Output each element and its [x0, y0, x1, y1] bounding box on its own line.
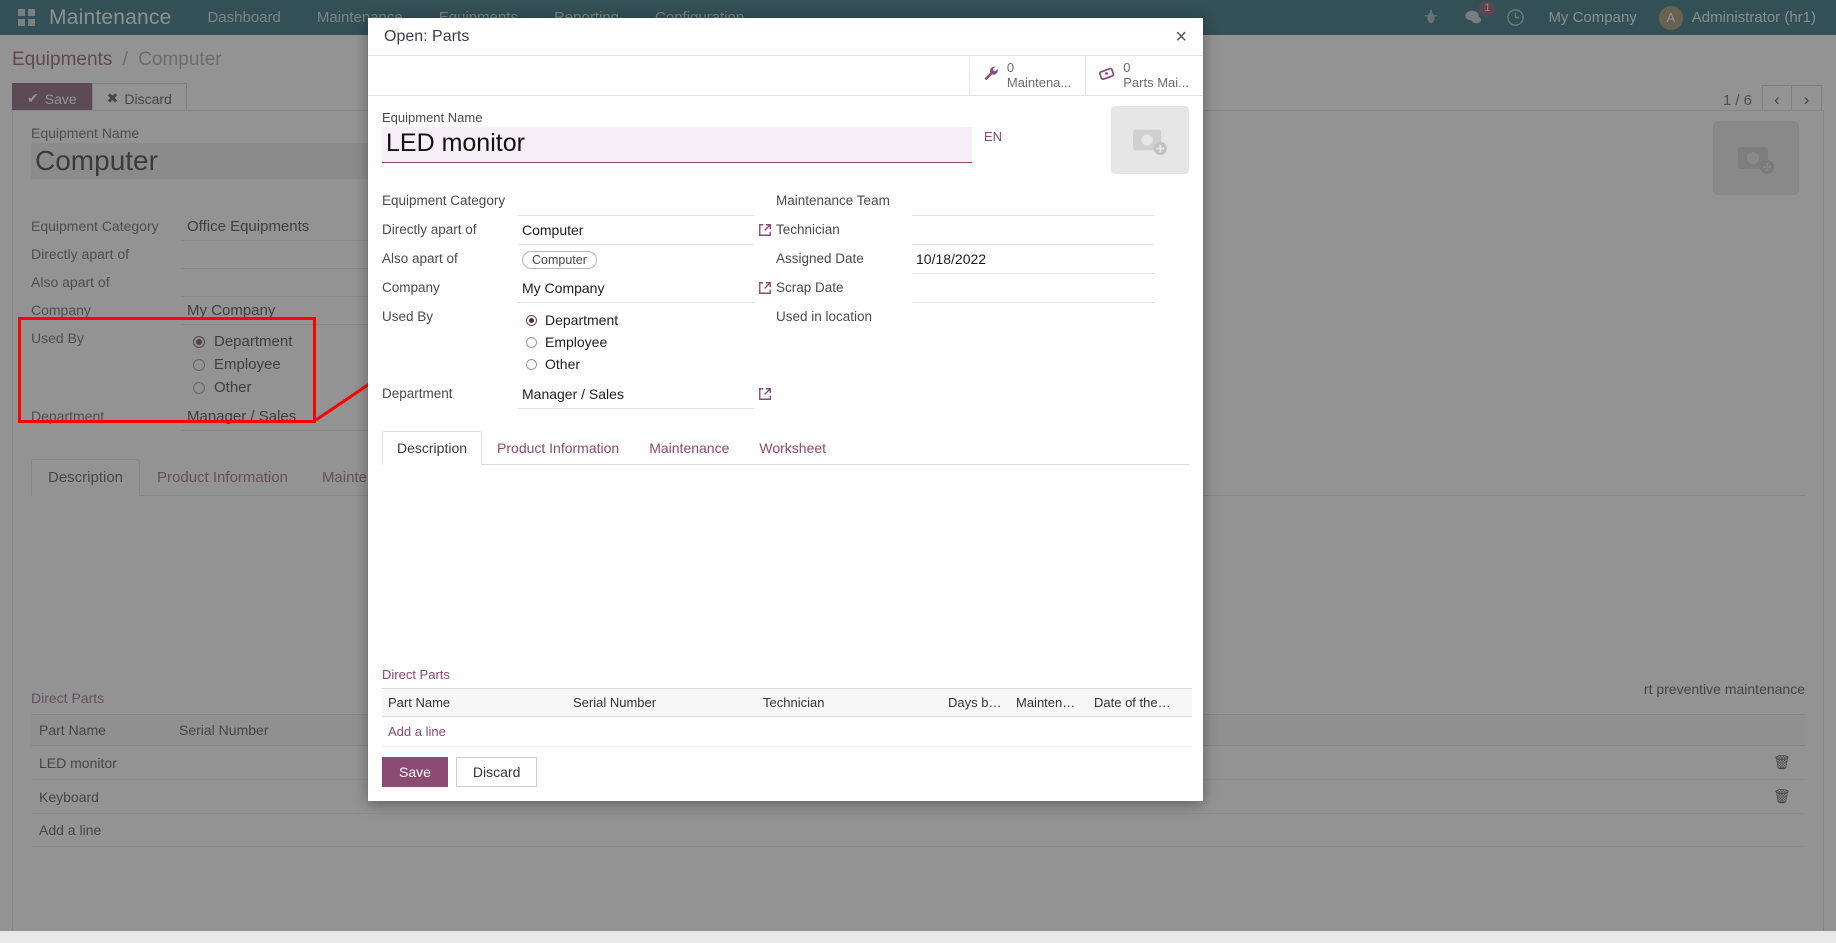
add-line-row[interactable]: Add a line [382, 717, 1192, 747]
smart-button-bar: 0 Maintena... 0 Parts Mai... [368, 56, 1203, 96]
field-label-department: Department [382, 380, 518, 409]
column-header-days-before[interactable]: Days be… [942, 689, 1010, 717]
equipment-name-input[interactable] [382, 127, 972, 163]
column-header-date-of-the[interactable]: Date of the… [1088, 689, 1180, 717]
smart-button-maintenance[interactable]: 0 Maintena... [969, 56, 1085, 95]
tab-description[interactable]: Description [382, 431, 482, 465]
field-value-also-apart-of[interactable]: Computer [518, 245, 754, 274]
smart-button-maintenance-label: Maintena... [1007, 76, 1071, 90]
dialog-fields-grid: Equipment Category Maintenance Team Dire… [382, 187, 1189, 409]
field-value-maintenance-team[interactable] [912, 187, 1154, 216]
field-value-department[interactable]: Manager / Sales [518, 380, 754, 409]
field-label-maintenance-team: Maintenance Team [776, 187, 912, 216]
close-icon[interactable]: × [1175, 27, 1187, 47]
tag-chip-computer[interactable]: Computer [522, 251, 597, 269]
radio-option-department[interactable]: Department [522, 309, 750, 331]
smart-button-parts-count: 0 [1123, 61, 1189, 75]
tag-icon [1098, 65, 1115, 87]
radio-option-employee[interactable]: Employee [522, 331, 750, 353]
external-link-icon-department[interactable] [754, 380, 776, 409]
radio-label-other: Other [545, 356, 580, 372]
open-parts-dialog: Open: Parts × 0 Maintena... [368, 18, 1203, 801]
radio-option-other[interactable]: Other [522, 353, 750, 375]
dialog-notebook-tabs: Description Product Information Maintena… [382, 431, 1189, 465]
field-label-scrap-date: Scrap Date [776, 274, 912, 303]
external-link-icon-company[interactable] [754, 274, 776, 303]
column-header-part-name[interactable]: Part Name [382, 689, 567, 717]
radio-icon-employee [526, 337, 537, 348]
equipment-photo-placeholder[interactable] [1111, 106, 1189, 174]
add-a-line-link[interactable]: Add a line [382, 717, 567, 747]
tab-worksheet[interactable]: Worksheet [744, 431, 841, 465]
equipment-name-label: Equipment Name [382, 110, 1189, 125]
smart-button-maintenance-count: 0 [1007, 61, 1071, 75]
field-label-used-by: Used By [382, 303, 518, 380]
field-value-company[interactable]: My Company [518, 274, 754, 303]
column-header-maintenance[interactable]: Maintenan… [1010, 689, 1088, 717]
tab-maintenance[interactable]: Maintenance [634, 431, 744, 465]
dialog-header: Open: Parts × [368, 18, 1203, 56]
field-label-used-in-location: Used in location [776, 303, 912, 380]
field-label-equipment-category: Equipment Category [382, 187, 518, 216]
dialog-discard-button[interactable]: Discard [456, 757, 537, 787]
radio-label-employee: Employee [545, 334, 607, 350]
dialog-footer: Save Discard [368, 747, 1203, 801]
field-value-used-by: Department Employee Other [518, 303, 754, 380]
dialog-form-sheet: Equipment Name EN Equipment Category Mai… [368, 96, 1203, 747]
smart-button-parts-maintenance[interactable]: 0 Parts Mai... [1085, 56, 1203, 95]
wrench-icon [982, 65, 999, 87]
radio-label-department: Department [545, 312, 618, 328]
direct-parts-table: Part Name Serial Number Technician Days … [382, 688, 1192, 747]
radio-icon-department [526, 315, 537, 326]
table-header-row: Part Name Serial Number Technician Days … [382, 689, 1192, 717]
field-value-technician[interactable] [912, 216, 1154, 245]
field-label-also-apart-of: Also apart of [382, 245, 518, 274]
field-value-used-in-location[interactable] [912, 303, 1154, 380]
field-label-technician: Technician [776, 216, 912, 245]
direct-parts-title: Direct Parts [382, 667, 1189, 682]
dialog-title: Open: Parts [384, 28, 469, 46]
field-label-directly-apart-of: Directly apart of [382, 216, 518, 245]
column-header-technician[interactable]: Technician [757, 689, 942, 717]
field-label-company: Company [382, 274, 518, 303]
field-label-assigned-date: Assigned Date [776, 245, 912, 274]
language-badge[interactable]: EN [984, 129, 1002, 144]
dialog-save-button[interactable]: Save [382, 757, 448, 787]
smart-button-parts-label: Parts Mai... [1123, 76, 1189, 90]
radio-icon-other [526, 359, 537, 370]
dialog-body: 0 Maintena... 0 Parts Mai... [368, 56, 1203, 801]
field-value-scrap-date[interactable] [912, 274, 1154, 303]
bottom-strip [0, 931, 1836, 943]
field-value-directly-apart-of[interactable]: Computer [518, 216, 754, 245]
field-value-equipment-category[interactable] [518, 187, 754, 216]
tab-panel-description[interactable] [382, 465, 1189, 659]
tab-product-information[interactable]: Product Information [482, 431, 634, 465]
column-header-serial-number[interactable]: Serial Number [567, 689, 757, 717]
field-value-assigned-date[interactable]: 10/18/2022 [912, 245, 1154, 274]
external-link-icon-directly-apart-of[interactable] [754, 216, 776, 245]
